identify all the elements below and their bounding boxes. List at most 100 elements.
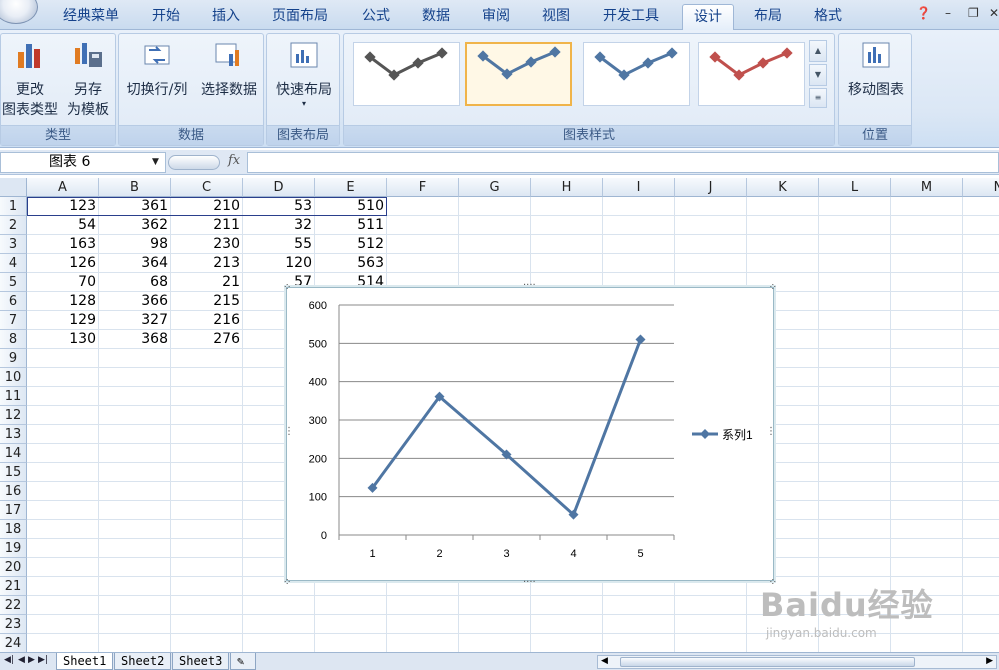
- column-header-c[interactable]: C: [171, 178, 243, 197]
- chart-style-blue[interactable]: [583, 42, 690, 106]
- change-chart-type-button[interactable]: 更改 图表类型: [1, 40, 59, 120]
- row-header-24[interactable]: 24: [0, 634, 27, 652]
- cell-d2[interactable]: 32: [243, 216, 315, 235]
- cell-c6[interactable]: 215: [171, 292, 243, 311]
- tab-developer[interactable]: 开发工具: [592, 4, 670, 30]
- insert-function-icon[interactable]: fx: [228, 153, 240, 168]
- next-sheet-icon[interactable]: ▶: [28, 655, 35, 665]
- cell-b2[interactable]: 362: [99, 216, 171, 235]
- column-header-m[interactable]: M: [891, 178, 963, 197]
- tab-design[interactable]: 设计: [682, 4, 734, 30]
- row-header-1[interactable]: 1: [0, 197, 27, 216]
- cell-b3[interactable]: 98: [99, 235, 171, 254]
- column-header-a[interactable]: A: [27, 178, 99, 197]
- select-data-button[interactable]: 选择数据: [195, 40, 263, 100]
- line-chart[interactable]: ⁘ ···· ⁘ ⋮ ⋮ ⁘ ···· ⁘ 0 100 200 300 400 500 60…: [283, 280, 777, 588]
- close-icon[interactable]: ✕: [989, 6, 999, 20]
- save-as-template-button[interactable]: 另存 为模板: [61, 40, 115, 120]
- row-header-3[interactable]: 3: [0, 235, 27, 254]
- cell-a5[interactable]: 70: [27, 273, 99, 292]
- row-header-19[interactable]: 19: [0, 539, 27, 558]
- name-box-dropdown-icon[interactable]: ▼: [152, 157, 159, 167]
- row-header-10[interactable]: 10: [0, 368, 27, 387]
- chart-resize-handle[interactable]: ⋮: [766, 426, 776, 437]
- cell-a8[interactable]: 130: [27, 330, 99, 349]
- column-header-n[interactable]: N: [963, 178, 999, 197]
- column-header-l[interactable]: L: [819, 178, 891, 197]
- cell-e3[interactable]: 512: [315, 235, 387, 254]
- cell-e4[interactable]: 563: [315, 254, 387, 273]
- cell-c7[interactable]: 216: [171, 311, 243, 330]
- chart-style-gray[interactable]: [353, 42, 460, 106]
- cell-a6[interactable]: 128: [27, 292, 99, 311]
- column-header-e[interactable]: E: [315, 178, 387, 197]
- row-header-7[interactable]: 7: [0, 311, 27, 330]
- row-header-18[interactable]: 18: [0, 520, 27, 539]
- gallery-scroll-down[interactable]: ▼: [809, 64, 827, 86]
- chart-resize-handle[interactable]: ⁘: [283, 577, 291, 588]
- tab-page-layout[interactable]: 页面布局: [260, 4, 340, 30]
- chart-resize-handle[interactable]: ⋮: [284, 426, 294, 437]
- formula-input[interactable]: [247, 152, 999, 173]
- cell-b4[interactable]: 364: [99, 254, 171, 273]
- row-header-20[interactable]: 20: [0, 558, 27, 577]
- tab-view[interactable]: 视图: [530, 4, 582, 30]
- cell-d4[interactable]: 120: [243, 254, 315, 273]
- cell-a7[interactable]: 129: [27, 311, 99, 330]
- tab-format[interactable]: 格式: [802, 4, 854, 30]
- move-chart-button[interactable]: 移动图表: [841, 40, 911, 100]
- tab-insert[interactable]: 插入: [200, 4, 252, 30]
- sheet-tab-2[interactable]: Sheet2: [114, 653, 172, 670]
- row-header-5[interactable]: 5: [0, 273, 27, 292]
- chart-resize-handle[interactable]: ⁘: [283, 282, 291, 293]
- cell-c2[interactable]: 211: [171, 216, 243, 235]
- row-header-22[interactable]: 22: [0, 596, 27, 615]
- quick-layout-button[interactable]: 快速布局 ▾: [269, 40, 339, 108]
- cell-a2[interactable]: 54: [27, 216, 99, 235]
- minimize-icon[interactable]: –: [945, 6, 951, 20]
- row-header-2[interactable]: 2: [0, 216, 27, 235]
- cell-b8[interactable]: 368: [99, 330, 171, 349]
- insert-sheet-icon[interactable]: ✎: [230, 653, 256, 670]
- scroll-right-icon[interactable]: ▶: [986, 656, 993, 666]
- tab-classic-menu[interactable]: 经典菜单: [52, 4, 130, 30]
- last-sheet-icon[interactable]: ▶|: [38, 655, 48, 665]
- cell-c5[interactable]: 21: [171, 273, 243, 292]
- column-header-j[interactable]: J: [675, 178, 747, 197]
- tab-data[interactable]: 数据: [410, 4, 462, 30]
- gallery-scroll-up[interactable]: ▲: [809, 40, 827, 62]
- help-icon[interactable]: ❓: [916, 6, 931, 20]
- chart-style-blue-selected[interactable]: [465, 42, 572, 106]
- row-header-21[interactable]: 21: [0, 577, 27, 596]
- cell-c8[interactable]: 276: [171, 330, 243, 349]
- cell-d3[interactable]: 55: [243, 235, 315, 254]
- horizontal-scroll-thumb[interactable]: [620, 657, 915, 667]
- cell-b7[interactable]: 327: [99, 311, 171, 330]
- column-header-f[interactable]: F: [387, 178, 459, 197]
- cell-a3[interactable]: 163: [27, 235, 99, 254]
- row-header-9[interactable]: 9: [0, 349, 27, 368]
- row-header-12[interactable]: 12: [0, 406, 27, 425]
- sheet-tab-3[interactable]: Sheet3: [172, 653, 230, 670]
- tab-layout[interactable]: 布局: [742, 4, 794, 30]
- row-header-16[interactable]: 16: [0, 482, 27, 501]
- tab-home[interactable]: 开始: [140, 4, 192, 30]
- cell-e2[interactable]: 511: [315, 216, 387, 235]
- chart-style-red[interactable]: [698, 42, 805, 106]
- row-header-4[interactable]: 4: [0, 254, 27, 273]
- cell-a4[interactable]: 126: [27, 254, 99, 273]
- column-header-h[interactable]: H: [531, 178, 603, 197]
- cell-c3[interactable]: 230: [171, 235, 243, 254]
- scroll-left-icon[interactable]: ◀: [601, 656, 608, 666]
- row-header-6[interactable]: 6: [0, 292, 27, 311]
- row-header-15[interactable]: 15: [0, 463, 27, 482]
- row-header-17[interactable]: 17: [0, 501, 27, 520]
- select-all-corner[interactable]: [0, 178, 27, 197]
- row-header-13[interactable]: 13: [0, 425, 27, 444]
- chart-resize-handle[interactable]: ····: [523, 577, 536, 588]
- column-header-b[interactable]: B: [99, 178, 171, 197]
- column-header-g[interactable]: G: [459, 178, 531, 197]
- row-header-14[interactable]: 14: [0, 444, 27, 463]
- cell-b6[interactable]: 366: [99, 292, 171, 311]
- row-header-8[interactable]: 8: [0, 330, 27, 349]
